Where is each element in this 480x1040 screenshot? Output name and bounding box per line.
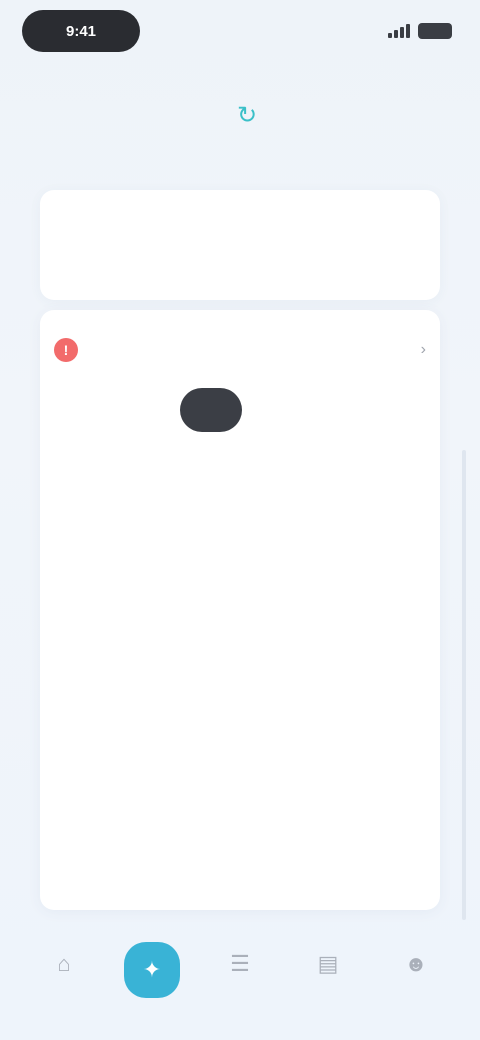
user-icon: ☻ <box>404 951 428 976</box>
card-header[interactable]: ! › <box>54 334 426 366</box>
banner-card[interactable] <box>40 190 440 300</box>
status-indicators <box>388 20 452 42</box>
compass-icon: ✦ <box>124 942 180 998</box>
bottom-nav: ⌂ ✦ ☰ ▤ ☻ <box>0 930 480 1040</box>
battery-icon <box>418 23 452 39</box>
status-bar: 9:41 <box>0 0 480 64</box>
status-time: 9:41 <box>22 10 140 52</box>
signal-icon <box>388 24 410 38</box>
bottom-nav-item-active[interactable]: ✦ <box>112 942 192 1004</box>
main-card: ! › <box>40 310 440 910</box>
chevron-right-icon[interactable]: › <box>421 341 426 359</box>
refresh-icon[interactable]: ↻ <box>227 95 267 135</box>
card-header-right: › <box>411 341 426 359</box>
tab-row <box>64 388 416 432</box>
chart-icon: ▤ <box>317 951 339 976</box>
top-nav: ↻ <box>0 70 480 160</box>
tab-2-active[interactable] <box>180 388 242 432</box>
bottom-nav-item-chart[interactable]: ▤ <box>288 942 368 992</box>
bottom-nav-item-profile[interactable]: ☻ <box>376 942 456 992</box>
list-icon: ☰ <box>230 951 250 976</box>
scrollbar[interactable] <box>462 450 466 920</box>
home-icon: ⌂ <box>57 951 71 976</box>
bottom-nav-item-list[interactable]: ☰ <box>200 942 280 992</box>
alert-icon: ! <box>54 338 78 362</box>
bottom-nav-item-home[interactable]: ⌂ <box>24 942 104 992</box>
